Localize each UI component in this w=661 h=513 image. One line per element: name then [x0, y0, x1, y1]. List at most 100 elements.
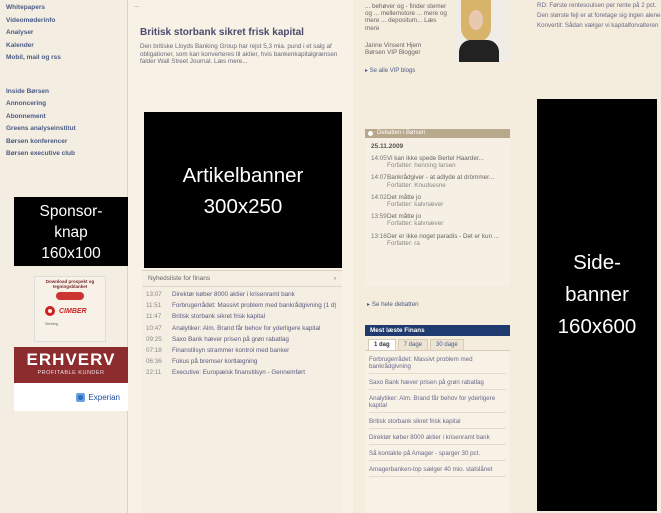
cimber-logo-text: CIMBER: [59, 307, 87, 315]
debate-time: 13:59: [371, 213, 387, 221]
experian-ad[interactable]: Experian: [14, 383, 128, 411]
page: Whitepapers Videomøderinfo Analyser Kale…: [0, 0, 661, 513]
nav-item-abonnement[interactable]: Abonnement: [6, 111, 127, 124]
news-link[interactable]: Britisk storbank sikret frisk kapital: [172, 313, 265, 320]
news-row[interactable]: 09:25 Saxo Bank hæver prisen på grøn raba…: [142, 332, 342, 343]
most-read-item[interactable]: Analytiker: Alm. Brand får behov for yde…: [369, 390, 506, 413]
article-banner-label-1: Artikelbanner: [182, 164, 304, 187]
debate-item[interactable]: 14:05 Vi kan ikke spede Bertel Haarder...…: [371, 155, 506, 169]
news-row[interactable]: 07:18 Finanstilsyn strammer kontrol med b…: [142, 343, 342, 354]
news-time: 11:51: [146, 302, 162, 310]
debate-link[interactable]: Det måtte jo: [387, 213, 421, 220]
right-link[interactable]: Konvertit: Sådan vælger vi kapitalforval…: [537, 22, 661, 29]
debate-author: Forfatter: ra: [387, 239, 420, 247]
debate-item[interactable]: 13:16 Der er ikke noget paradis - Det er …: [371, 233, 506, 247]
debate-list: 25.11.2009 14:05 Vi kan ikke spede Bertel…: [365, 138, 510, 286]
article-lead: Den britiske Lloyds Banking Group har re…: [140, 43, 338, 66]
all-debate-link[interactable]: ▸ Se hele debatten: [367, 301, 419, 308]
nav-item-kalender[interactable]: Kalender: [6, 40, 127, 53]
nav-group-secondary: Inside Børsen Annoncering Abonnement Gre…: [0, 84, 127, 161]
sponsor-button-placeholder[interactable]: Sponsor- knap 160x100: [14, 197, 128, 266]
tab-7-days[interactable]: 7 dage: [397, 339, 429, 350]
most-read-item[interactable]: Britisk storbank sikret frisk kapital: [369, 413, 506, 429]
debate-author: Forfatter: kalvnæver: [387, 220, 444, 228]
news-link[interactable]: Forbrugerrådet: Massivt problem med bank…: [172, 302, 337, 309]
news-row[interactable]: 11:47 Britisk storbank sikret frisk kapit…: [142, 309, 342, 320]
debate-link[interactable]: Bankrådgiver - at adlyde at drömmer...: [387, 174, 494, 181]
right-link[interactable]: Den største fejl er at foretage sig inge…: [537, 12, 661, 19]
nav-item-whitepapers[interactable]: Whitepapers: [6, 2, 127, 15]
most-read-item[interactable]: Amagerbanken-top sælger 40 mio. statslån…: [369, 461, 506, 477]
nav-item-greens[interactable]: Greens analyseinstitut: [6, 123, 127, 136]
nav-item-annoncering[interactable]: Annoncering: [6, 98, 127, 111]
article-banner-placeholder[interactable]: Artikelbanner 300x250: [144, 112, 342, 268]
side-banner-label-1: Side-: [573, 251, 621, 274]
side-banner-label-2: banner: [565, 283, 629, 306]
nav-item-mobil[interactable]: Mobil, mail og rss: [6, 52, 127, 65]
news-link[interactable]: Finanstilsyn strammer kontrol med banker: [172, 347, 289, 354]
most-read-item[interactable]: Forbrugerrådet: Massivt problem med bank…: [369, 351, 506, 374]
erhverv-ad[interactable]: ERHVERV PROFITABLE KUNDER: [14, 347, 128, 383]
cimber-logo-icon: [45, 306, 55, 316]
most-read-header: Mest læste Finans: [365, 325, 510, 336]
breadcrumb: ...: [134, 2, 140, 9]
debate-date: 25.11.2009: [371, 143, 404, 150]
news-list-title: Nyhedsliste for finans: [148, 275, 211, 282]
most-read-item[interactable]: Direktør køber 8000 aktier i krisenramt …: [369, 429, 506, 445]
nav-item-konferencer[interactable]: Børsen konferencer: [6, 136, 127, 149]
news-row[interactable]: 11:51 Forbrugerrådet: Massivt problem med…: [142, 298, 342, 309]
news-row[interactable]: 13:07 Direktør køber 8000 aktier i krisen…: [142, 287, 342, 298]
tab-30-days[interactable]: 30 dage: [430, 339, 464, 350]
news-time: 07:18: [146, 347, 162, 355]
erhverv-subtitle: PROFITABLE KUNDER: [37, 370, 105, 376]
news-row[interactable]: 22:11 Executive: Europæisk finanstilsyn -…: [142, 365, 342, 376]
news-time: 09:25: [146, 335, 162, 343]
experian-logo-text: Experian: [88, 392, 120, 402]
news-time: 22:11: [146, 369, 162, 377]
article-headline[interactable]: Britisk storbank sikret frisk kapital: [128, 9, 353, 38]
side-banner-placeholder[interactable]: Side- banner 160x600: [537, 99, 657, 511]
nav-item-executive-club[interactable]: Børsen executive club: [6, 148, 127, 161]
blogger-portrait: [455, 0, 510, 62]
debate-item[interactable]: 13:59 Det måtte jo Forfatter: kalvnæver: [371, 213, 506, 227]
cimber-ad-button[interactable]: [56, 292, 84, 300]
news-link[interactable]: Direktør køber 8000 aktier i krisenramt …: [172, 291, 295, 298]
most-read-list: Forbrugerrådet: Massivt problem med bank…: [365, 351, 510, 513]
debate-bullet-icon: [368, 131, 373, 136]
sponsor-label-2: knap: [54, 224, 88, 241]
most-read-item[interactable]: Saxo Bank hæver prisen på grøn rabatlag: [369, 374, 506, 390]
nav-item-inside-borsen[interactable]: Inside Børsen: [6, 86, 127, 99]
debate-link[interactable]: Vi kan ikke spede Bertel Haarder...: [387, 155, 484, 162]
cimber-logo: CIMBER: [45, 306, 105, 316]
debate-author: Forfatter: henning larsen: [387, 162, 456, 170]
cimber-ad-small: Sterling: [45, 322, 58, 326]
portrait-face: [469, 10, 483, 30]
right-link[interactable]: RD: Første rentesoulsen per rente på 2 p…: [537, 2, 661, 9]
news-time: 10:47: [146, 324, 162, 332]
news-time: 11:47: [146, 313, 162, 321]
debate-item[interactable]: 14:07 Bankrådgiver - at adlyde at drömmer…: [371, 174, 506, 188]
news-link[interactable]: Saxo Bank hæver prisen på grøn rabatlag: [172, 336, 289, 343]
news-row[interactable]: 10:47 Analytiker: Alm. Brand får behov fo…: [142, 321, 342, 332]
news-link[interactable]: Executive: Europæisk finanstilsyn - Genn…: [172, 369, 305, 376]
debate-link[interactable]: Der er ikke noget paradis - Det er kun .…: [387, 233, 499, 240]
right-column: RD: Første rentesoulsen per rente på 2 p…: [512, 0, 661, 513]
erhverv-title: ERHVERV: [26, 350, 116, 369]
news-link[interactable]: Fokus på bremser kortlægning: [172, 358, 257, 365]
nav-item-videomoeder[interactable]: Videomøderinfo: [6, 15, 127, 28]
debate-link[interactable]: Det måtte jo: [387, 194, 421, 201]
debate-header: Debatten i Børsen: [365, 129, 510, 138]
right-link-list: RD: Første rentesoulsen per rente på 2 p…: [512, 0, 661, 29]
debate-time: 14:07: [371, 174, 387, 182]
most-read-tabs: 1 dag 7 dage 30 dage: [365, 339, 510, 351]
nav-item-analyser[interactable]: Analyser: [6, 27, 127, 40]
cimber-ad[interactable]: Download prospekt og tegningsblanket CIM…: [34, 276, 106, 342]
debate-title: Debatten i Børsen: [377, 130, 426, 136]
news-link[interactable]: Analytiker: Alm. Brand får behov for yde…: [172, 325, 320, 332]
news-time: 13:07: [146, 291, 162, 298]
debate-item[interactable]: 14:02 Det måtte jo Forfatter: kalvnæver: [371, 194, 506, 208]
tab-1-day[interactable]: 1 dag: [368, 339, 396, 350]
news-list-arrow-icon[interactable]: ›: [334, 275, 336, 282]
news-row[interactable]: 06:36 Fokus på bremser kortlægning: [142, 354, 342, 365]
most-read-item[interactable]: Så kontakte på Amager - sparger 30 pct.: [369, 445, 506, 461]
